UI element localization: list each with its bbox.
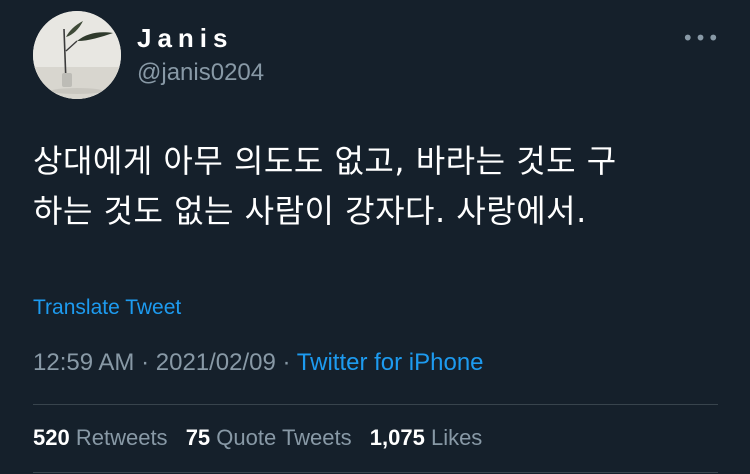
tweet-source-link[interactable]: Twitter for iPhone <box>297 349 484 376</box>
divider <box>33 472 718 473</box>
tweet-date[interactable]: 2021/02/09 <box>156 349 276 376</box>
tweet-text-line: 상대에게 아무 의도도 없고, 바라는 것도 구 <box>33 142 617 180</box>
quote-tweets-count: 75 <box>185 425 211 450</box>
quote-tweets-label: Quote Tweets <box>216 425 352 450</box>
retweets-count: 520 <box>33 425 70 450</box>
quote-tweets-stat[interactable]: 75 Quote Tweets <box>186 425 352 450</box>
more-options-icon[interactable]: ••• <box>682 28 719 48</box>
author-display-name[interactable]: Janis <box>137 22 234 54</box>
tweet-stats: 520 Retweets 75 Quote Tweets 1,075 Likes <box>33 423 494 453</box>
tweet-text: 상대에게 아무 의도도 없고, 바라는 것도 구 하는 것도 없는 사람이 강자… <box>33 136 723 236</box>
translate-tweet-link[interactable]: Translate Tweet <box>33 295 181 321</box>
likes-count: 1,075 <box>369 425 425 450</box>
meta-separator: · <box>141 349 150 376</box>
avatar[interactable] <box>33 11 121 99</box>
retweets-label: Retweets <box>75 425 168 450</box>
likes-stat[interactable]: 1,075 Likes <box>370 425 483 450</box>
meta-separator: · <box>282 349 291 376</box>
plant-vase-avatar-icon <box>33 11 121 99</box>
likes-label: Likes <box>430 425 483 450</box>
author-handle[interactable]: @janis0204 <box>137 59 264 87</box>
tweet-time[interactable]: 12:59 AM <box>33 349 134 376</box>
tweet-text-line: 하는 것도 없는 사람이 강자다. 사랑에서. <box>33 192 587 230</box>
divider <box>33 404 718 405</box>
retweets-stat[interactable]: 520 Retweets <box>33 425 168 450</box>
tweet-meta: 12:59 AM · 2021/02/09 · Twitter for iPho… <box>33 348 484 378</box>
